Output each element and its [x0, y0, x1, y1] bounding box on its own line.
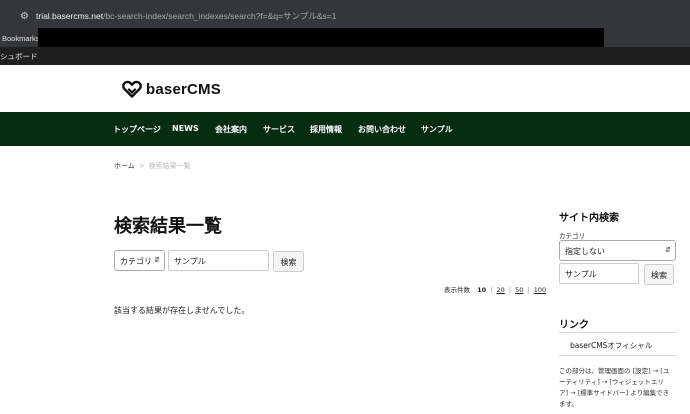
limit-option-10[interactable]: 10	[477, 286, 486, 294]
basercms-logo-icon	[122, 80, 142, 98]
sidebar-category-label: カテゴリ	[559, 232, 585, 240]
keyword-input[interactable]: サンプル	[168, 250, 269, 271]
chevron-updown-icon: ⇵	[665, 246, 671, 254]
search-submit-button[interactable]: 検索	[273, 251, 304, 272]
nav-item-top[interactable]: トップページ	[113, 124, 161, 135]
category-select-value: カテゴリ	[120, 257, 152, 266]
sidebar-keyword-input[interactable]: サンプル	[559, 263, 639, 284]
site-header	[0, 65, 690, 112]
admin-toolbar: シュボード	[0, 47, 690, 65]
bookmarks-label[interactable]: Bookmarks	[2, 34, 40, 43]
sidebar-category-select[interactable]: 指定しない ⇵	[559, 240, 676, 261]
logo-text: baserCMS	[146, 80, 221, 98]
nav-item-news[interactable]: NEWS	[172, 124, 199, 133]
keyword-input-value: サンプル	[174, 257, 206, 266]
sidebar-keyword-value: サンプル	[565, 270, 597, 279]
nav-item-recruit[interactable]: 採用情報	[310, 124, 342, 135]
sidebar-widget-note: この部分は、管理画面の [設定] → [ユ ーティリティ] → [ウィジェットエ…	[559, 366, 676, 410]
sidebar-note-line: ます。	[559, 400, 578, 408]
no-results-message: 該当する結果が存在しませんでした。	[114, 306, 250, 315]
sidebar-search-heading: サイト内検索	[559, 213, 619, 224]
divider	[559, 332, 676, 333]
nav-item-service[interactable]: サービス	[263, 124, 295, 135]
sidebar-note-line: ア] → [標準サイドバー] より編集でき	[559, 389, 670, 397]
url-path: /bc-search-index/search_indexes/search?f…	[103, 11, 337, 21]
search-submit-label: 検索	[280, 258, 297, 267]
admin-dashboard-link[interactable]: シュボード	[0, 51, 38, 62]
breadcrumb-current: 検索結果一覧	[148, 162, 191, 170]
limit-option-100[interactable]: 100	[534, 286, 546, 294]
nav-item-company[interactable]: 会社案内	[215, 124, 247, 135]
site-settings-icon[interactable]: ⚙	[20, 11, 31, 22]
nav-item-contact[interactable]: お問い合わせ	[358, 124, 406, 135]
site-logo[interactable]: baserCMS	[122, 80, 221, 98]
sidebar-links-heading: リンク	[559, 320, 589, 331]
breadcrumb: ホーム > 検索結果一覧	[114, 161, 191, 171]
url-host: trial.basercms.net	[36, 11, 104, 21]
nav-item-sample[interactable]: サンプル	[421, 124, 453, 135]
page-title: 検索結果一覧	[114, 216, 222, 237]
global-nav: トップページ NEWS 会社案内 サービス 採用情報 お問い合わせ サンプル	[0, 112, 690, 146]
category-select[interactable]: カテゴリ ⇵	[114, 250, 165, 271]
divider	[559, 355, 676, 356]
limit-option-20[interactable]: 20	[496, 286, 504, 294]
sidebar-link-basercms-official[interactable]: baserCMSオフィシャル	[570, 340, 652, 351]
breadcrumb-home[interactable]: ホーム	[114, 162, 135, 170]
url-text[interactable]: trial.basercms.net/bc-search-index/searc…	[36, 10, 336, 22]
limit-option-50[interactable]: 50	[515, 286, 523, 294]
sidebar-category-value: 指定しない	[565, 247, 605, 256]
sidebar-search-label: 検索	[651, 271, 667, 280]
breadcrumb-separator: >	[138, 162, 145, 170]
chevron-updown-icon: ⇵	[154, 256, 160, 264]
sidebar-search-button[interactable]: 検索	[644, 264, 674, 285]
sidebar-note-line: ーティリティ] → [ウィジェットエリ	[559, 378, 664, 386]
results-per-page-label: 表示件数	[444, 286, 470, 294]
results-per-page: 表示件数 10 | 20 | 50 | 100	[444, 286, 547, 294]
sidebar-note-line: この部分は、管理画面の [設定] → [ユ	[559, 367, 670, 375]
